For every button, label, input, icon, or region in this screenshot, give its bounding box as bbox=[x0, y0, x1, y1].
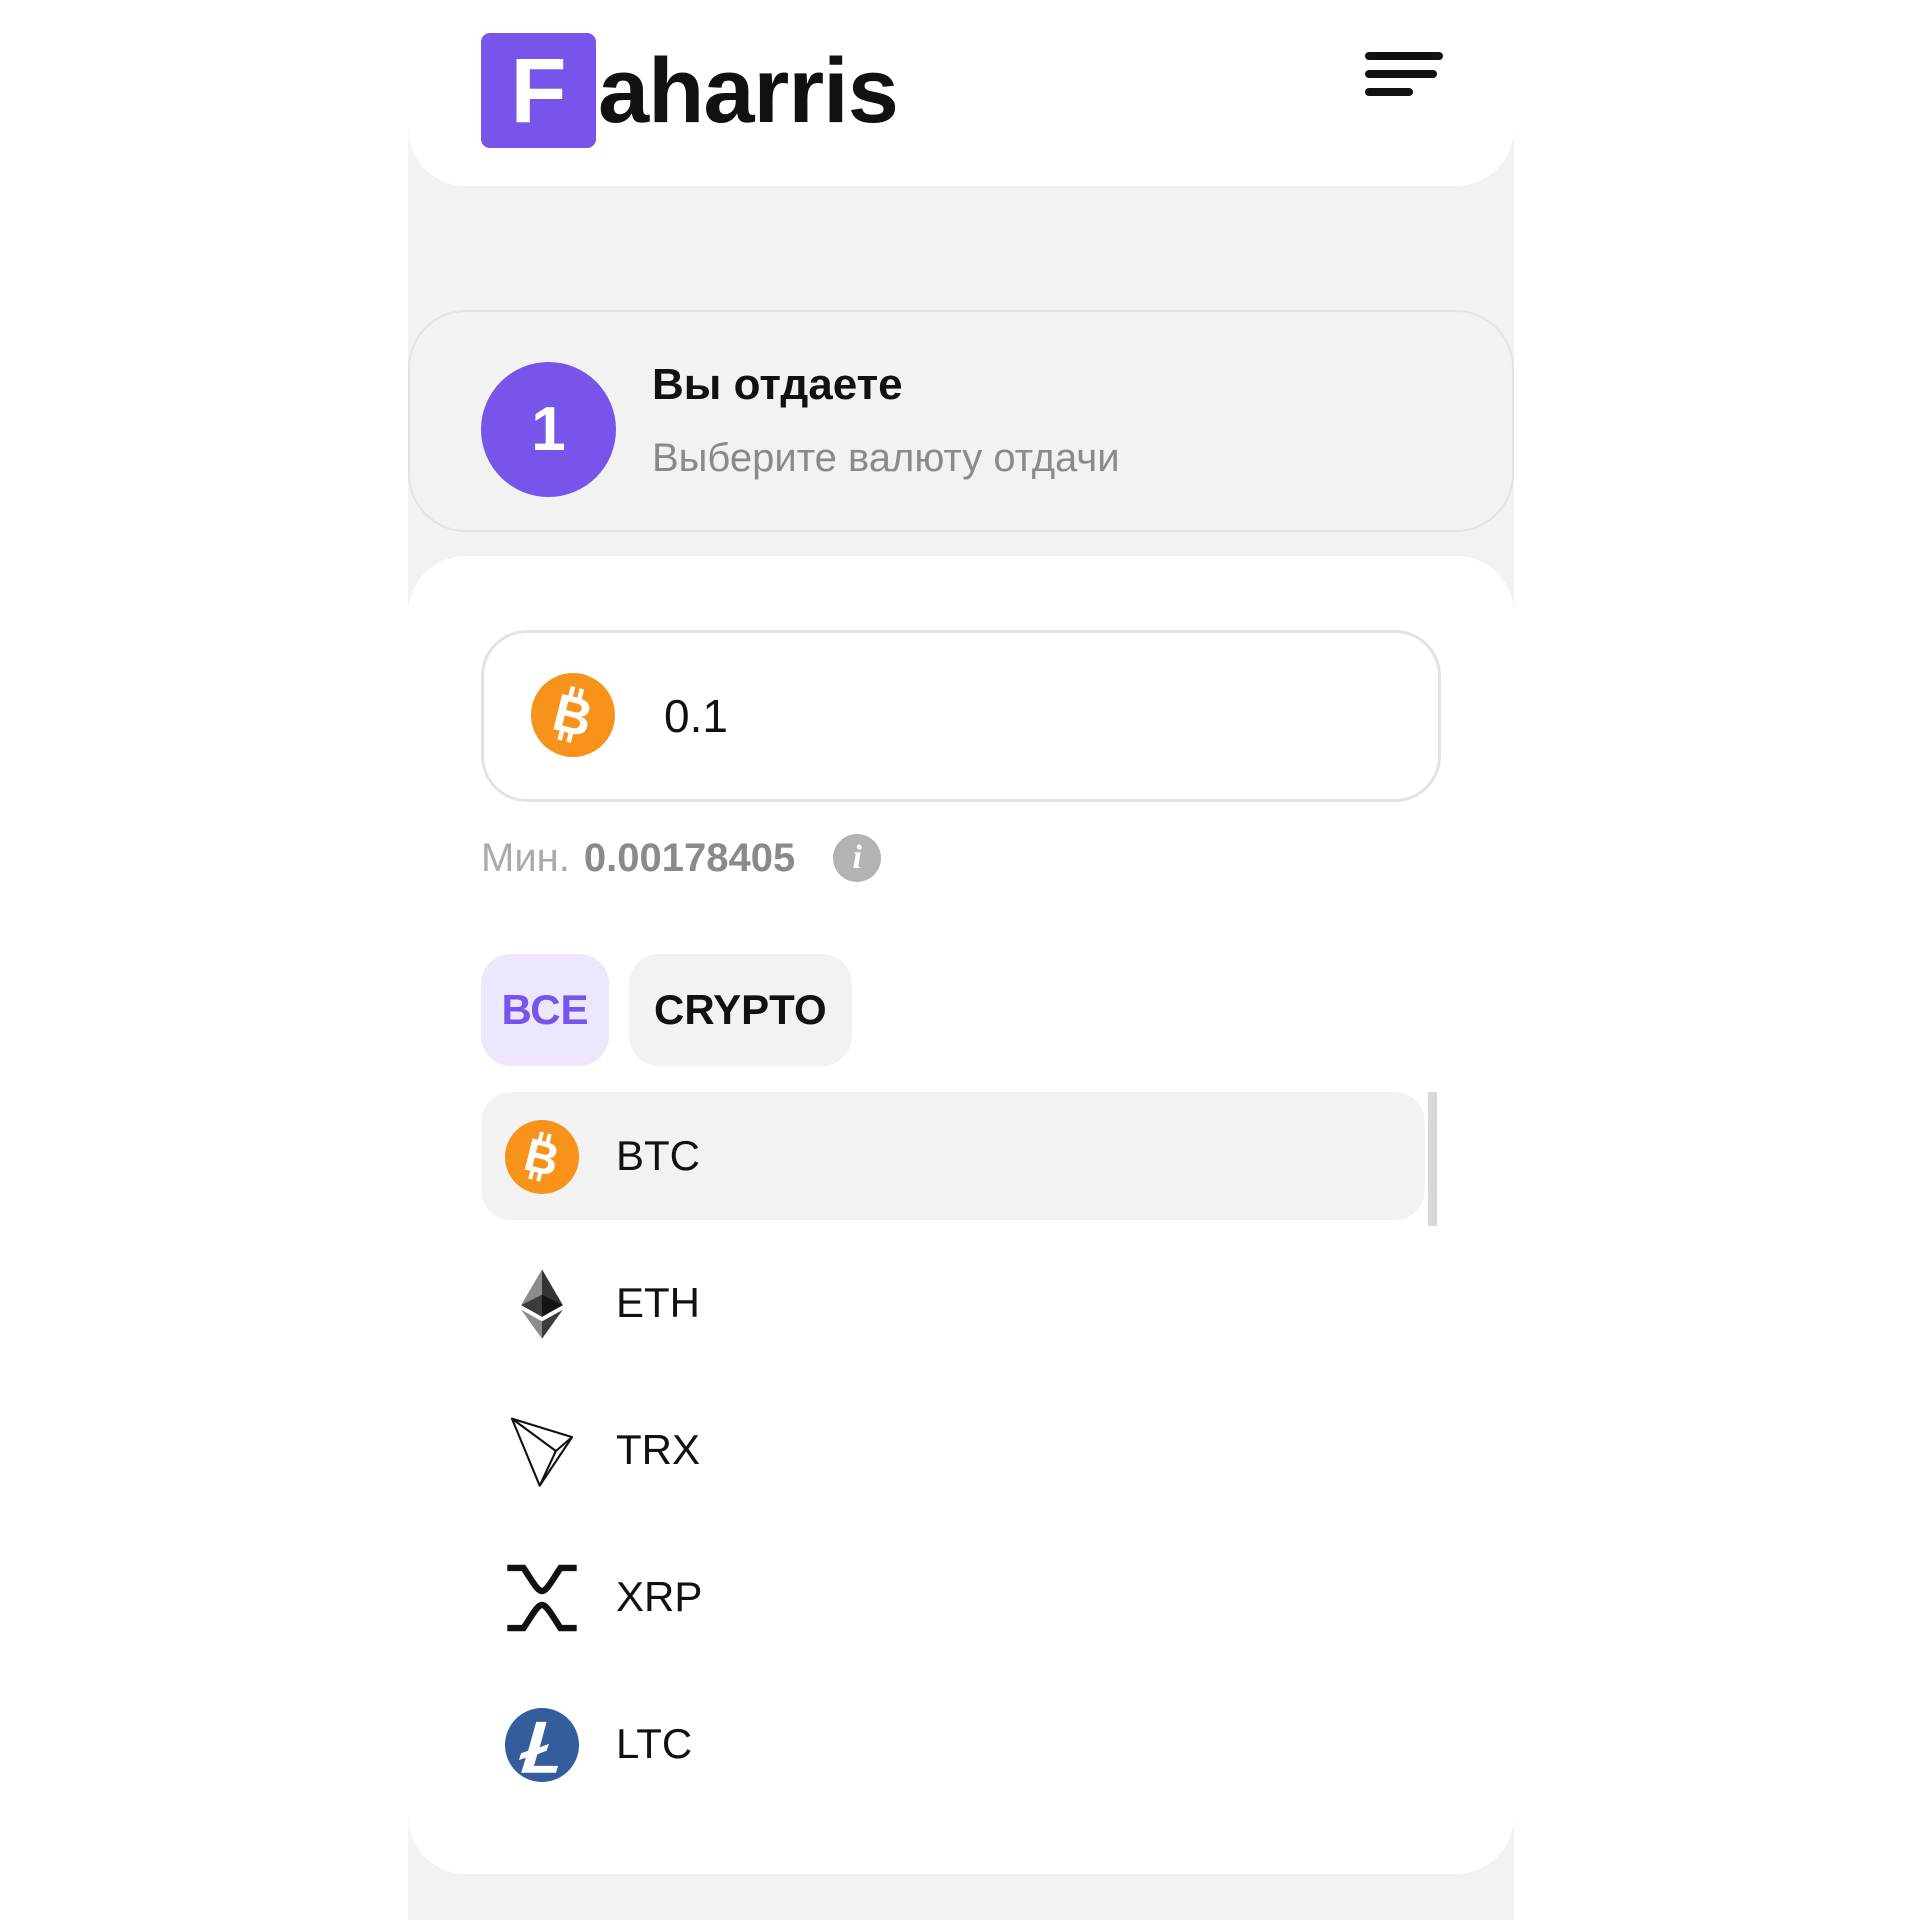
list-scrollbar[interactable] bbox=[1428, 1092, 1437, 1226]
min-amount: Мин. 0.00178405 i bbox=[481, 828, 882, 888]
app: F aharris 1 Вы отдаете Выберите валюту о… bbox=[408, 0, 1514, 1920]
amount-field[interactable]: B bbox=[481, 630, 1441, 802]
xrp-icon bbox=[507, 1564, 577, 1632]
currency-item-btc[interactable]: B BTC bbox=[481, 1092, 1425, 1220]
filter-all[interactable]: ВСЕ bbox=[481, 954, 609, 1066]
ltc-icon bbox=[505, 1708, 579, 1782]
currency-item-trx[interactable]: TRX bbox=[481, 1386, 1435, 1514]
logo-mark: F bbox=[481, 33, 596, 148]
currency-label: ETH bbox=[616, 1279, 700, 1326]
currency-panel: B Мин. 0.00178405 i ВСЕ CRYPTO B bbox=[408, 556, 1514, 1874]
step-subtitle: Выберите валюту отдачи bbox=[652, 436, 1120, 480]
currency-label: BTC bbox=[616, 1132, 700, 1179]
currency-label: LTC bbox=[616, 1720, 693, 1767]
filter-tabs: ВСЕ CRYPTO bbox=[481, 954, 872, 1066]
min-value: 0.00178405 bbox=[583, 835, 796, 880]
btc-icon: B bbox=[531, 673, 615, 757]
btc-icon: B bbox=[505, 1120, 579, 1194]
currency-label: TRX bbox=[616, 1426, 700, 1473]
menu-icon[interactable] bbox=[1365, 52, 1443, 112]
currency-label: XRP bbox=[616, 1573, 703, 1620]
logo[interactable]: F aharris bbox=[481, 33, 899, 148]
currency-item-eth[interactable]: ETH bbox=[481, 1239, 1435, 1367]
currency-item-ltc[interactable]: LTC bbox=[481, 1680, 1435, 1808]
eth-icon bbox=[521, 1269, 563, 1339]
currency-list: B BTC ETH TRX XRP LTC bbox=[481, 1092, 1435, 1827]
currency-item-xrp[interactable]: XRP bbox=[481, 1533, 1435, 1661]
step-card: 1 Вы отдаете Выберите валюту отдачи bbox=[408, 310, 1514, 532]
info-icon[interactable]: i bbox=[833, 834, 882, 882]
min-label: Мин. bbox=[481, 835, 570, 880]
logo-text: aharris bbox=[598, 39, 899, 142]
header: F aharris bbox=[408, 0, 1514, 186]
step-title: Вы отдаете bbox=[652, 360, 903, 409]
filter-crypto[interactable]: CRYPTO bbox=[629, 954, 852, 1066]
step-number: 1 bbox=[481, 362, 616, 497]
amount-input[interactable] bbox=[664, 689, 1364, 743]
trx-icon bbox=[510, 1417, 574, 1487]
